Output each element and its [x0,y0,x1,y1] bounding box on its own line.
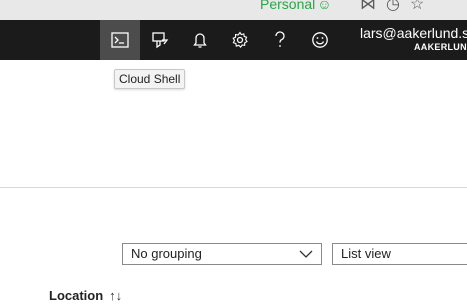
user-tenant: AAKERLUND [414,42,467,52]
grouping-dropdown[interactable]: No grouping [122,243,322,265]
smiley-icon [312,32,328,48]
column-header-label: Location [49,288,104,303]
notifications-button[interactable] [180,20,220,60]
settings-button[interactable] [220,20,260,60]
gear-icon [232,31,248,49]
filter-icon [152,32,169,49]
feedback-button[interactable] [300,20,340,60]
sort-arrows-icon[interactable]: ↑↓ [109,288,122,303]
section-divider [0,187,467,188]
terminal-icon [111,32,129,48]
extensions-icon[interactable]: ⋈ [360,0,376,14]
history-icon[interactable]: ◷ [386,0,400,14]
directory-filter-button[interactable] [140,20,180,60]
grouping-value: No grouping [131,246,202,261]
browser-icons: ⋈ ◷ ☆ [360,0,434,14]
cloud-shell-tooltip: Cloud Shell [114,69,186,89]
user-email: lars@aakerlund.se [360,25,467,41]
help-button[interactable] [260,20,300,60]
view-dropdown[interactable]: List view [332,243,467,265]
chevron-down-icon [299,250,313,258]
bookmark-star-icon[interactable]: ☆ [410,0,424,14]
profile-button[interactable]: Personal ☺ [260,0,332,12]
person-icon: ☺ [317,0,332,12]
portal-top-bar: lars@aakerlund.se AAKERLUND [0,20,467,60]
cloud-shell-button[interactable] [100,20,140,60]
browser-toolbar: Personal ☺ ⋈ ◷ ☆ [0,0,467,20]
question-icon [275,31,285,47]
account-menu[interactable]: lars@aakerlund.se AAKERLUND [360,25,467,53]
view-value: List view [341,246,391,261]
bell-icon [193,33,207,48]
profile-label: Personal [260,0,316,12]
column-header-location[interactable]: Location ↑↓ [49,288,122,303]
